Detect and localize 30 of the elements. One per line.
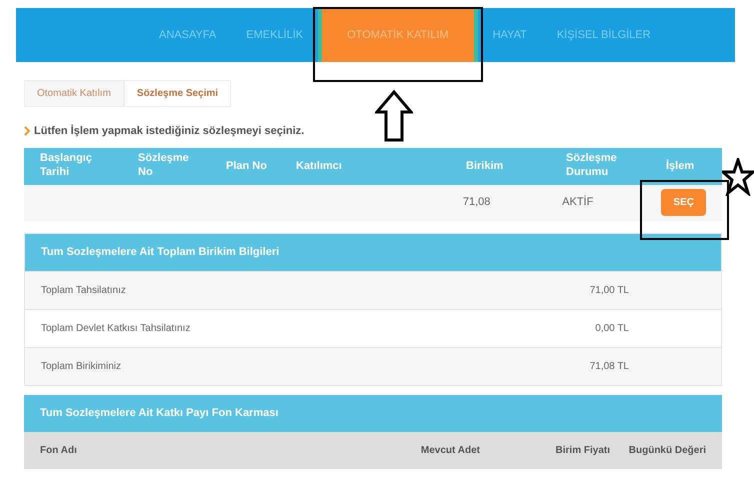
- column-header: Fon Adı: [40, 444, 78, 458]
- column-header: İşlem: [666, 160, 694, 174]
- instruction-text: Lütfen İşlem yapmak istediğiniz sözleşmeyi seçiniz.: [34, 124, 304, 139]
- select-button[interactable]: SEÇ: [661, 189, 706, 216]
- column-header: Mevcut Adet: [420, 444, 480, 458]
- nav-tab[interactable]: OTOMATİK KATILIM: [318, 8, 478, 62]
- panel-header: Tum Sozleşmelere Ait Toplam Birikim Bilgileri: [25, 234, 721, 270]
- column-header: Başlangıç Tarihi: [40, 152, 93, 180]
- nav-tab[interactable]: EMEKLİLİK: [231, 8, 318, 62]
- column-header: Bugünkü Değeri: [628, 444, 706, 458]
- summary-label: Toplam Tahsilatınız: [41, 284, 127, 298]
- column-header: Katılımcı: [296, 160, 342, 174]
- breadcrumb-tab[interactable]: Otomatik Katılım: [24, 80, 124, 107]
- summary-value: 0,00 TL: [595, 322, 629, 336]
- summary-value: 71,00 TL: [590, 284, 629, 298]
- nav-tab[interactable]: ANASAYFA: [144, 8, 232, 62]
- column-header: Plan No: [226, 160, 267, 174]
- summary-label: Toplam Devlet Katkısı Tahsilatınız: [41, 322, 192, 336]
- panel-header: Tum Sozleşmelere Ait Katkı Payı Fon Karması: [24, 394, 722, 432]
- nav-tab[interactable]: HAYAT: [478, 8, 542, 62]
- nav-tab[interactable]: KİŞİSEL BİLGİLER: [542, 8, 666, 62]
- breadcrumb-tab[interactable]: Sözleşme Seçimi: [124, 80, 232, 107]
- table-cell-text: 71,08: [462, 195, 492, 210]
- summary-value: 71,08 TL: [590, 360, 629, 374]
- column-header: Sözleşme No: [138, 152, 190, 180]
- table-cell-text: AKTİF: [562, 194, 594, 210]
- summary-label: Toplam Birikiminiz: [41, 360, 122, 374]
- column-header: Birim Fiyatı: [554, 444, 610, 458]
- column-header: Birikim: [466, 160, 504, 174]
- column-header: Sözleşme Durumu: [566, 152, 618, 180]
